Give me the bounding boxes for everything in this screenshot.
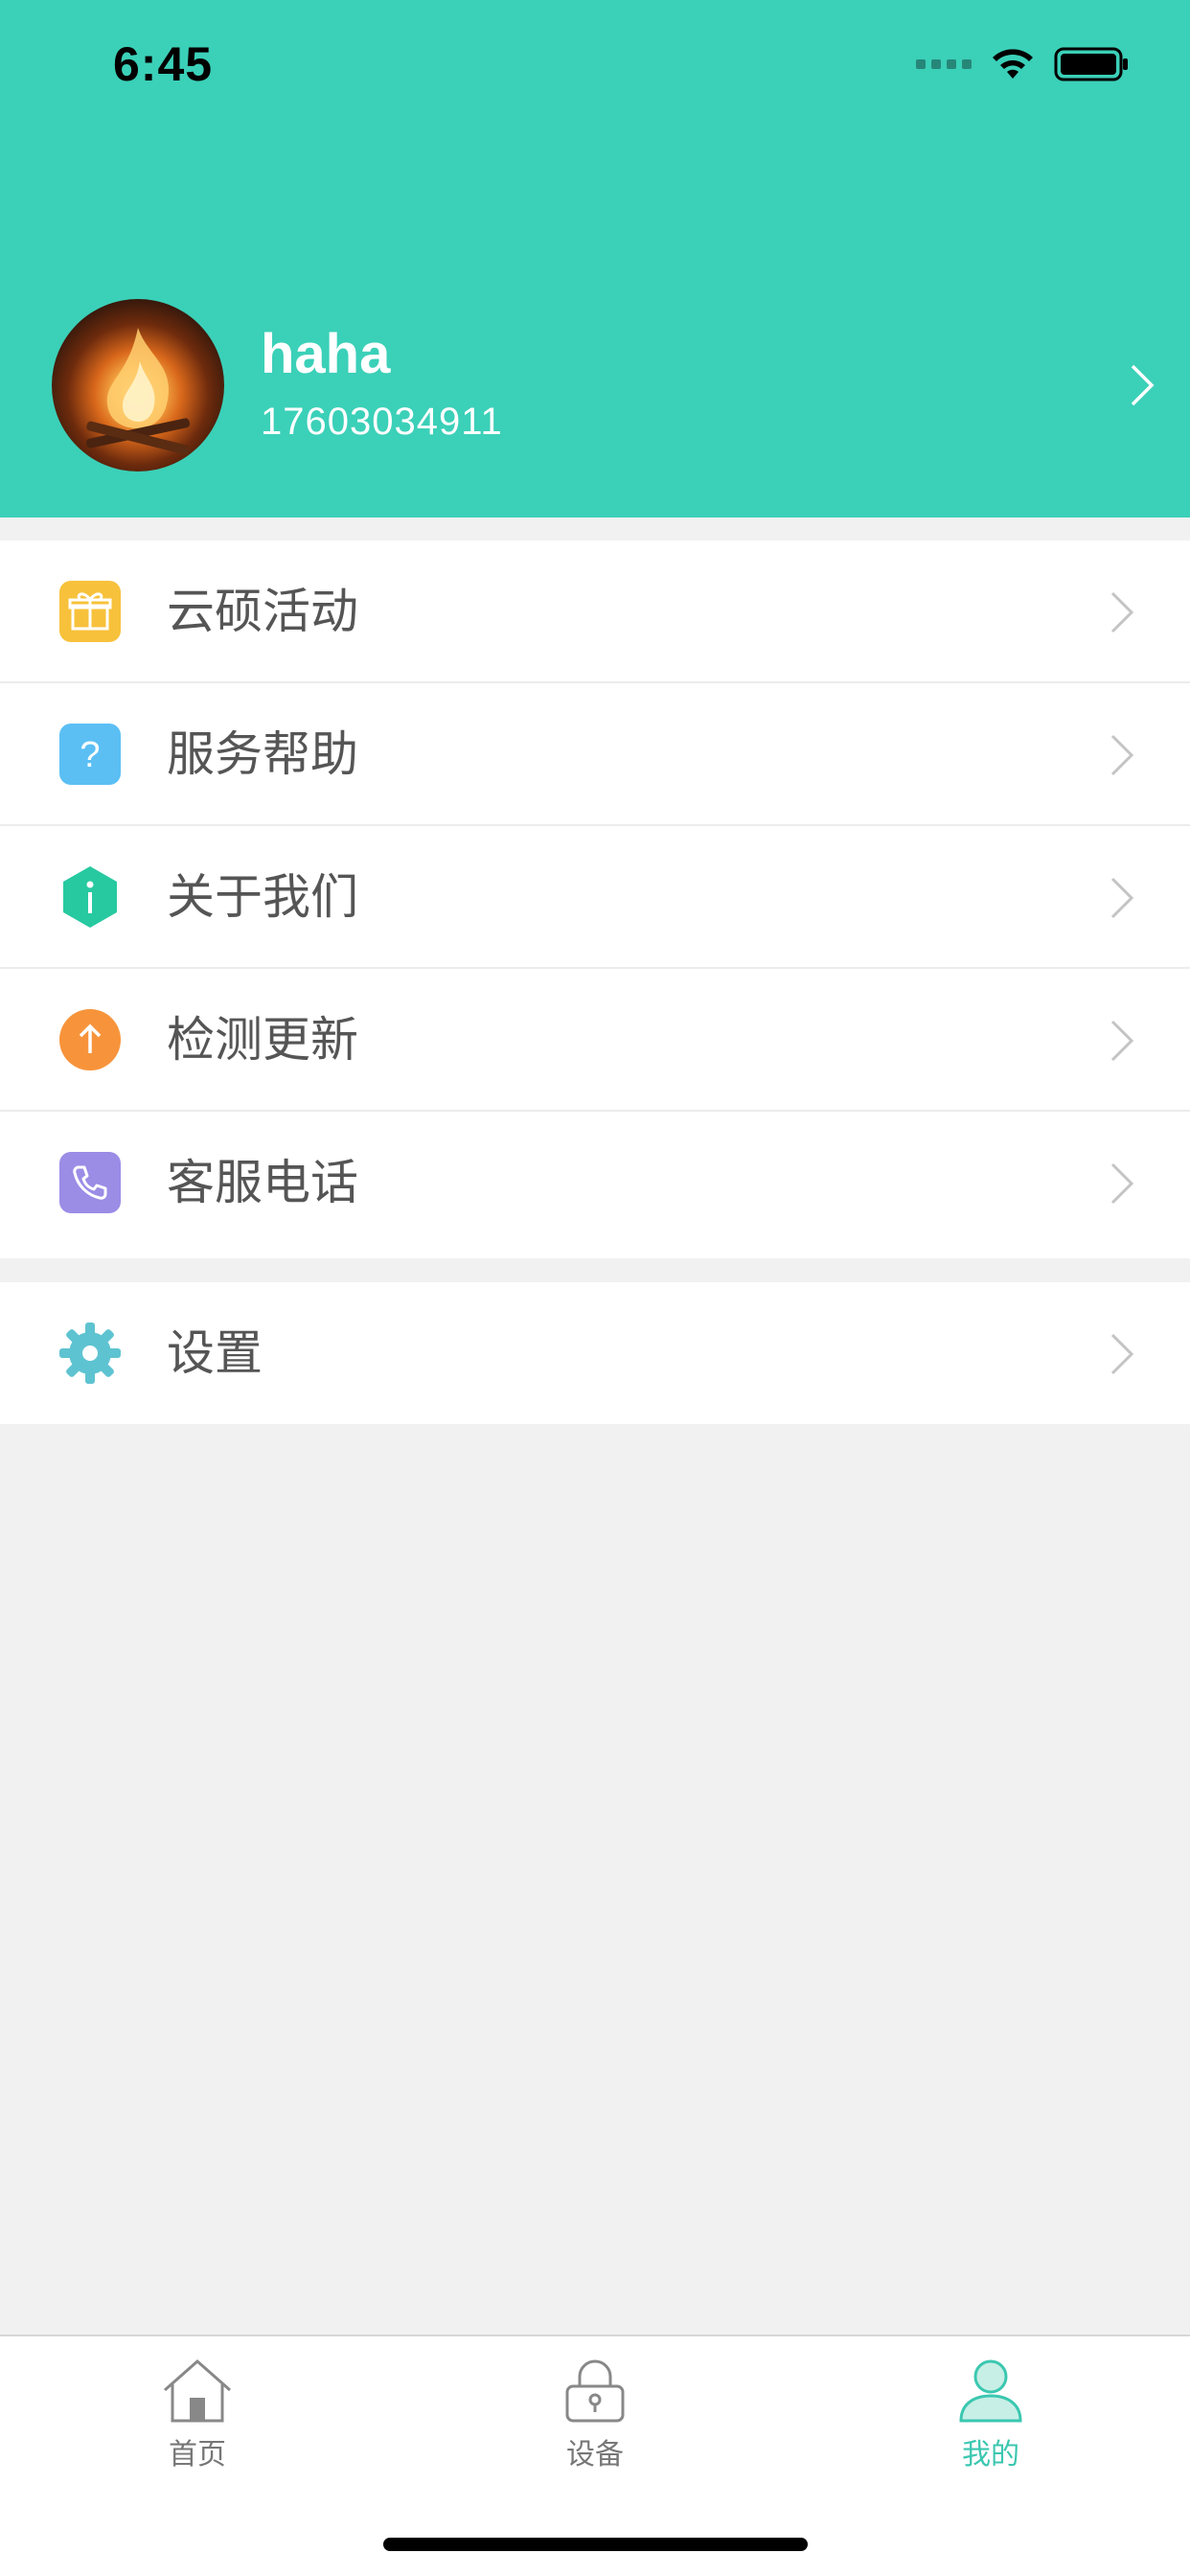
profile-phone: 17603034911: [261, 401, 503, 443]
gear-icon: [59, 1322, 121, 1384]
menu-item-activities[interactable]: 云硕活动: [0, 540, 1190, 683]
status-time: 6:45: [113, 37, 214, 91]
menu-label: 服务帮助: [167, 726, 358, 782]
menu-item-settings[interactable]: 设置: [0, 1282, 1190, 1424]
question-icon: ?: [59, 724, 121, 785]
arrow-up-icon: [59, 1009, 121, 1070]
menu-group-settings: 设置: [0, 1282, 1190, 1424]
tab-home[interactable]: 首页: [102, 2358, 293, 2472]
gift-icon: [59, 581, 121, 642]
campfire-image: [85, 328, 191, 455]
menu-item-check-update[interactable]: 检测更新: [0, 969, 1190, 1112]
battery-icon: [1054, 47, 1128, 81]
cellular-signal-icon: [916, 59, 972, 69]
home-icon: [164, 2358, 231, 2423]
tab-device[interactable]: 设备: [499, 2358, 691, 2472]
chevron-right-icon: [1110, 1020, 1134, 1062]
phone-icon: [59, 1152, 121, 1213]
lock-icon: [565, 2359, 625, 2423]
info-icon: [63, 866, 117, 928]
menu-label: 设置: [167, 1325, 263, 1381]
profile-header: 6:45 haha 17603034911: [0, 0, 1190, 518]
tab-label: 我的: [962, 2438, 1019, 2472]
tab-label: 首页: [169, 2438, 226, 2472]
chevron-right-icon: [1110, 877, 1134, 919]
menu-group-main: 云硕活动 ? 服务帮助 关于我们 检测更新 客服电话: [0, 540, 1190, 1258]
tab-mine[interactable]: 我的: [895, 2358, 1087, 2472]
menu-label: 客服电话: [167, 1155, 358, 1210]
profile-name[interactable]: haha: [261, 322, 390, 386]
user-icon: [959, 2359, 1022, 2423]
wifi-icon: [993, 49, 1033, 79]
chevron-right-icon: [1110, 1333, 1134, 1375]
chevron-right-icon: [1110, 591, 1134, 633]
chevron-right-icon: [1110, 734, 1134, 776]
tab-label: 设备: [566, 2438, 624, 2472]
menu-item-customer-phone[interactable]: 客服电话: [0, 1112, 1190, 1254]
status-indicators: [916, 46, 1131, 82]
menu-item-about[interactable]: 关于我们: [0, 826, 1190, 969]
menu-item-help[interactable]: ? 服务帮助: [0, 683, 1190, 826]
menu-label: 关于我们: [167, 869, 358, 925]
svg-text:?: ?: [80, 735, 100, 775]
chevron-right-icon[interactable]: [1129, 362, 1156, 408]
home-indicator[interactable]: [383, 2538, 808, 2551]
chevron-right-icon: [1110, 1162, 1134, 1205]
avatar[interactable]: [52, 299, 224, 472]
menu-label: 云硕活动: [167, 584, 358, 639]
menu-label: 检测更新: [167, 1012, 358, 1068]
